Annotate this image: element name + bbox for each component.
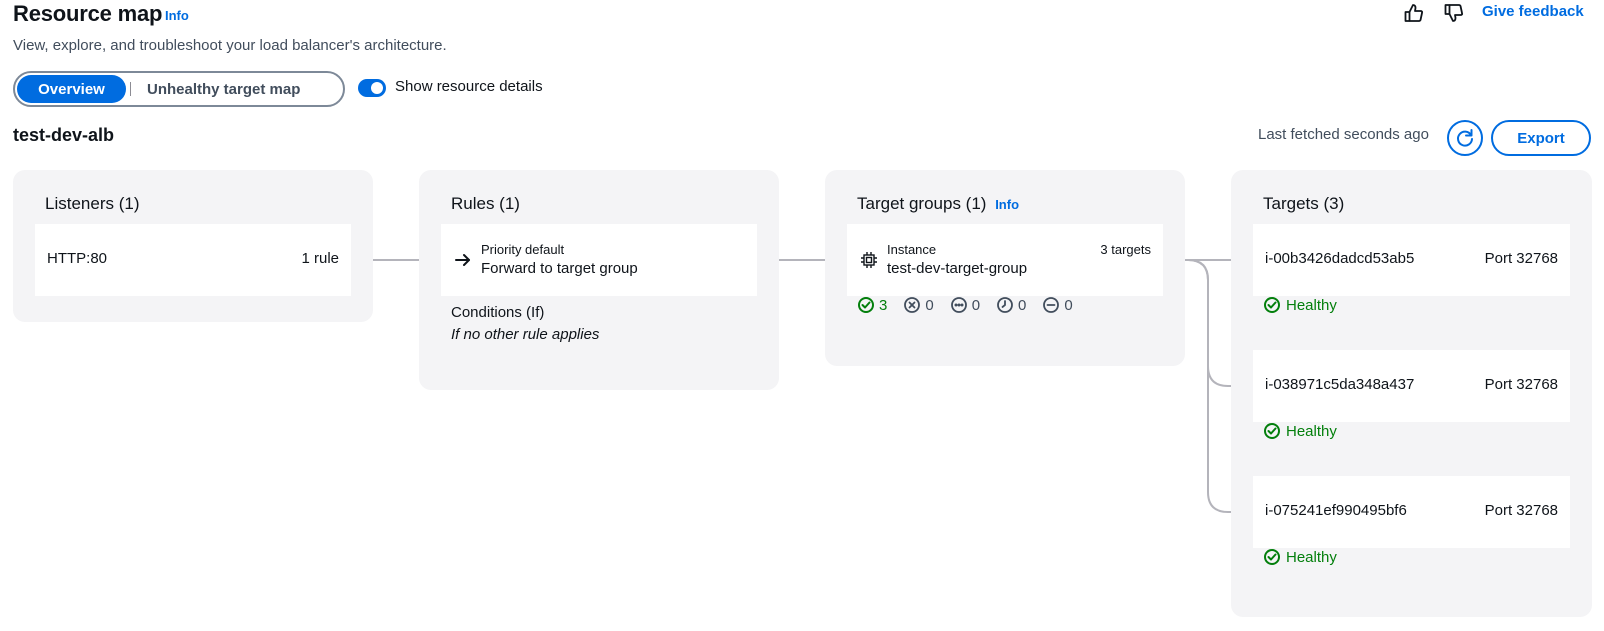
arrow-right-icon [453, 250, 473, 270]
refresh-button[interactable] [1447, 120, 1483, 156]
target-id: i-038971c5da348a437 [1265, 376, 1415, 393]
page-description: View, explore, and troubleshoot your loa… [13, 37, 447, 54]
unhealthy-count: 0 [903, 296, 934, 314]
target-id: i-00b3426dadcd53ab5 [1265, 250, 1415, 267]
listener-name: HTTP:80 [47, 250, 108, 267]
target-groups-title: Target groups (1) Info [857, 194, 1019, 214]
status-pending-icon [997, 297, 1013, 313]
target-card[interactable]: i-075241ef990495bf6 Port 32768 [1253, 476, 1570, 548]
status-unused-icon [950, 297, 967, 313]
targets-panel: Targets (3) i-00b3426dadcd53ab5 Port 327… [1231, 170, 1592, 617]
status-healthy-icon [1264, 297, 1280, 313]
listener-card[interactable]: HTTP:80 1 rule [35, 224, 351, 296]
target-group-name: test-dev-target-group [887, 260, 1028, 277]
status-draining-icon [1043, 297, 1060, 313]
status-healthy-icon [1264, 549, 1280, 565]
rule-conditions-value: If no other rule applies [451, 326, 600, 343]
target-groups-info-link[interactable]: Info [995, 197, 1019, 212]
target-port: Port 32768 [1484, 502, 1558, 519]
target-id: i-075241ef990495bf6 [1265, 502, 1407, 519]
info-link[interactable]: Info [165, 8, 189, 23]
target-group-status-counts: 3 0 0 0 0 [857, 296, 1089, 314]
listeners-panel: Listeners (1) HTTP:80 1 rule [13, 170, 373, 322]
view-segmented-control: Overview Unhealthy target map [13, 71, 345, 107]
target-health-label: Healthy [1286, 422, 1337, 440]
target-group-targets-count: 3 targets [1100, 242, 1151, 257]
tab-unhealthy-target-map[interactable]: Unhealthy target map [143, 75, 308, 103]
target-health-status: Healthy [1263, 296, 1337, 314]
draining-count: 0 [1042, 296, 1073, 314]
last-fetched-text: Last fetched seconds ago [1258, 126, 1429, 143]
rules-panel: Rules (1) Priority default Forward to ta… [419, 170, 779, 390]
target-health-label: Healthy [1286, 296, 1337, 314]
pending-count-value: 0 [1018, 296, 1027, 314]
toggle-knob [371, 82, 383, 94]
targets-title: Targets (3) [1263, 194, 1345, 213]
rule-action: Forward to target group [481, 260, 638, 277]
tab-overview[interactable]: Overview [17, 75, 126, 103]
rule-conditions-label: Conditions (If) [451, 304, 545, 321]
unused-count-value: 0 [971, 296, 981, 314]
pending-count: 0 [996, 296, 1026, 314]
rule-card[interactable]: Priority default Forward to target group [441, 224, 757, 296]
give-feedback-link[interactable]: Give feedback [1482, 3, 1584, 20]
listeners-title: Listeners (1) [45, 194, 140, 213]
target-health-status: Healthy [1263, 548, 1337, 566]
target-card[interactable]: i-00b3426dadcd53ab5 Port 32768 [1253, 224, 1570, 296]
rules-title: Rules (1) [451, 194, 520, 213]
target-groups-title-text: Target groups (1) [857, 194, 987, 213]
listener-rule-count: 1 rule [301, 250, 339, 267]
rule-priority: Priority default [481, 242, 565, 257]
unhealthy-count-value: 0 [925, 296, 934, 314]
show-resource-details-label: Show resource details [395, 78, 543, 95]
target-health-status: Healthy [1263, 422, 1337, 440]
export-button[interactable]: Export [1491, 120, 1591, 156]
page-title: Resource map [13, 1, 163, 26]
load-balancer-name: test-dev-alb [13, 125, 115, 145]
refresh-icon [1457, 129, 1473, 147]
target-health-label: Healthy [1286, 548, 1337, 566]
target-port: Port 32768 [1484, 250, 1558, 267]
status-healthy-icon [1264, 423, 1280, 439]
healthy-count: 3 [857, 296, 887, 314]
healthy-count-value: 3 [879, 296, 888, 314]
show-resource-details-toggle[interactable] [358, 79, 386, 97]
target-group-type: Instance [887, 242, 937, 257]
thumbs-up-icon[interactable] [1403, 2, 1425, 24]
target-groups-panel: Target groups (1) Info Instance test-dev… [825, 170, 1185, 366]
draining-count-value: 0 [1064, 296, 1073, 314]
target-port: Port 32768 [1484, 376, 1558, 393]
status-unhealthy-icon [904, 297, 921, 313]
target-group-card[interactable]: Instance test-dev-target-group 3 targets [847, 224, 1163, 296]
segment-divider [130, 82, 131, 96]
thumbs-down-icon[interactable] [1443, 2, 1465, 24]
target-card[interactable]: i-038971c5da348a437 Port 32768 [1253, 350, 1570, 422]
chip-icon [859, 250, 879, 270]
unused-count: 0 [950, 296, 980, 314]
status-healthy-icon [858, 297, 874, 313]
